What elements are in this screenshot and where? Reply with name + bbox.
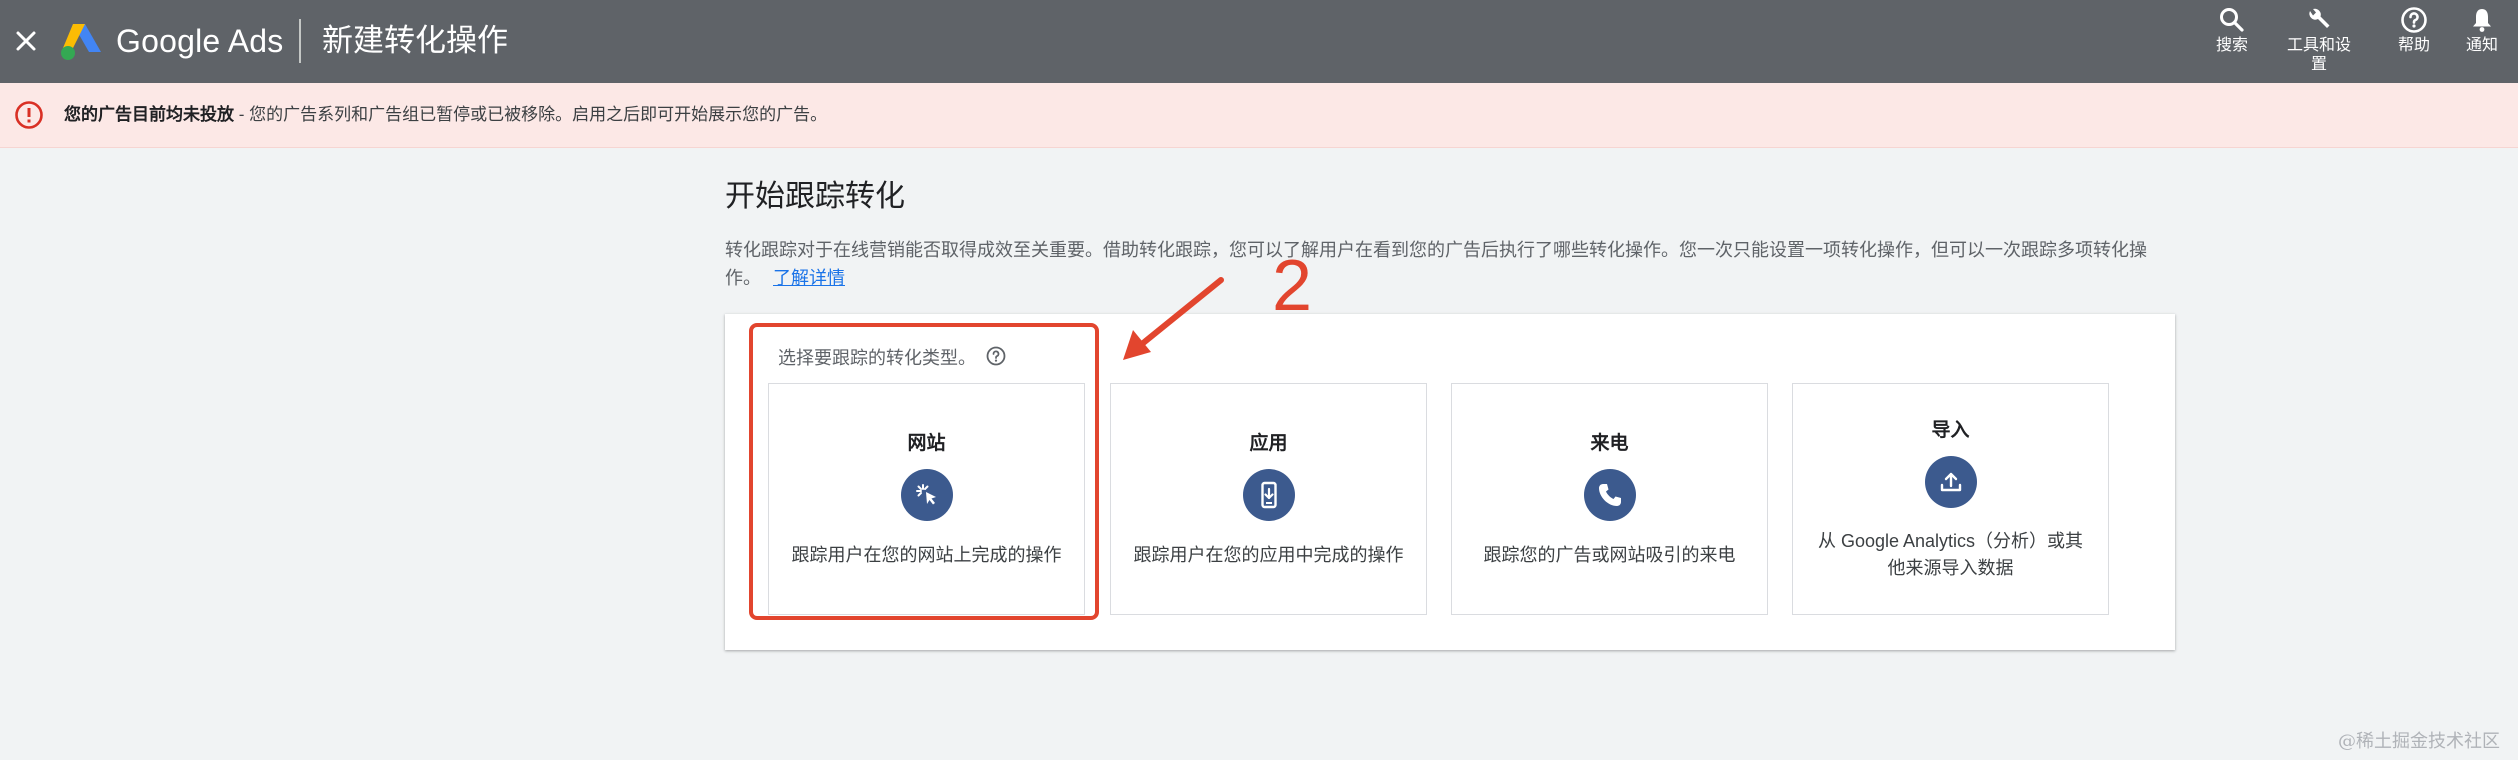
card-description: 从 Google Analytics（分析）或其他来源导入数据 [1817, 531, 2084, 578]
watermark: @稀土掘金技术社区 [2338, 731, 2500, 752]
status-alert-banner: 您的广告目前均未投放 - 您的广告系列和广告组已暂停或已被移除。启用之后即可开始… [0, 83, 2518, 148]
card-title: 网站 [907, 433, 946, 454]
page-title: 新建转化操作 [322, 23, 508, 58]
search-icon [2220, 8, 2244, 32]
error-icon [15, 101, 43, 129]
card-title: 导入 [1931, 420, 1970, 441]
wrench-icon [2309, 8, 2330, 28]
notifications-label: 通知 [2465, 37, 2498, 54]
tools-settings-button[interactable]: 工具和设置 [2280, 6, 2358, 74]
conversion-card-app[interactable]: 应用 跟踪用户在您的应用中完成的操作 [1110, 383, 1427, 615]
search-label: 搜索 [2215, 37, 2248, 54]
brand-name: Google Ads [116, 23, 284, 59]
conversion-type-prompt: 选择要跟踪的转化类型。 [778, 348, 976, 368]
cursor-click-icon [915, 484, 936, 505]
card-icon-circle [1242, 469, 1295, 521]
mobile-app-icon [1260, 481, 1277, 509]
card-icon-circle [900, 469, 953, 521]
annotation-arrow-icon [1123, 277, 1224, 360]
notifications-button[interactable]: 通知 [2462, 6, 2502, 55]
card-title: 应用 [1249, 433, 1288, 454]
conversion-card-phone-calls[interactable]: 来电 跟踪您的广告或网站吸引的来电 [1451, 383, 1768, 615]
alert-title: 您的广告目前均未投放 [64, 105, 234, 124]
close-icon [16, 31, 36, 51]
search-button[interactable]: 搜索 [2212, 6, 2252, 55]
section-heading: 开始跟踪转化 [725, 180, 905, 213]
card-title: 来电 [1590, 433, 1629, 454]
section-description: 转化跟踪对于在线营销能否取得成效至关重要。借助转化跟踪，您可以了解用户在看到您的… [725, 236, 2175, 292]
bell-icon [2473, 9, 2491, 32]
help-label: 帮助 [2397, 37, 2430, 54]
divider [299, 19, 301, 63]
close-button[interactable] [9, 24, 43, 58]
tools-settings-label: 工具和设置 [2286, 37, 2351, 73]
alert-message: 您的广告目前均未投放 - 您的广告系列和广告组已暂停或已被移除。启用之后即可开始… [64, 103, 827, 127]
google-ads-logo-icon [61, 24, 101, 60]
alert-detail: - 您的广告系列和广告组已暂停或已被移除。启用之后即可开始展示您的广告。 [234, 105, 828, 124]
card-description: 跟踪用户在您的网站上完成的操作 [791, 545, 1062, 565]
card-icon-circle [1583, 469, 1636, 521]
conversion-card-website[interactable]: 网站 跟踪用户在您的网站上完成的操作 [768, 383, 1085, 615]
card-description: 跟踪您的广告或网站吸引的来电 [1483, 545, 1736, 565]
learn-more-link[interactable]: 了解详情 [773, 268, 845, 288]
top-app-bar: Google Ads 新建转化操作 搜索 工具和设置 帮助 通知 [0, 0, 2518, 83]
card-icon-circle [1924, 456, 1977, 508]
help-button[interactable]: 帮助 [2394, 6, 2434, 55]
conversion-card-import[interactable]: 导入 从 Google Analytics（分析）或其他来源导入数据 [1792, 383, 2109, 615]
description-text: 转化跟踪对于在线营销能否取得成效至关重要。借助转化跟踪，您可以了解用户在看到您的… [725, 240, 2147, 288]
annotation-step-number: 2 [1272, 246, 1313, 326]
help-icon[interactable] [985, 345, 1007, 367]
upload-icon [1940, 472, 1961, 492]
help-icon [2401, 7, 2427, 33]
phone-icon [1598, 484, 1621, 506]
card-description: 跟踪用户在您的应用中完成的操作 [1133, 545, 1404, 565]
